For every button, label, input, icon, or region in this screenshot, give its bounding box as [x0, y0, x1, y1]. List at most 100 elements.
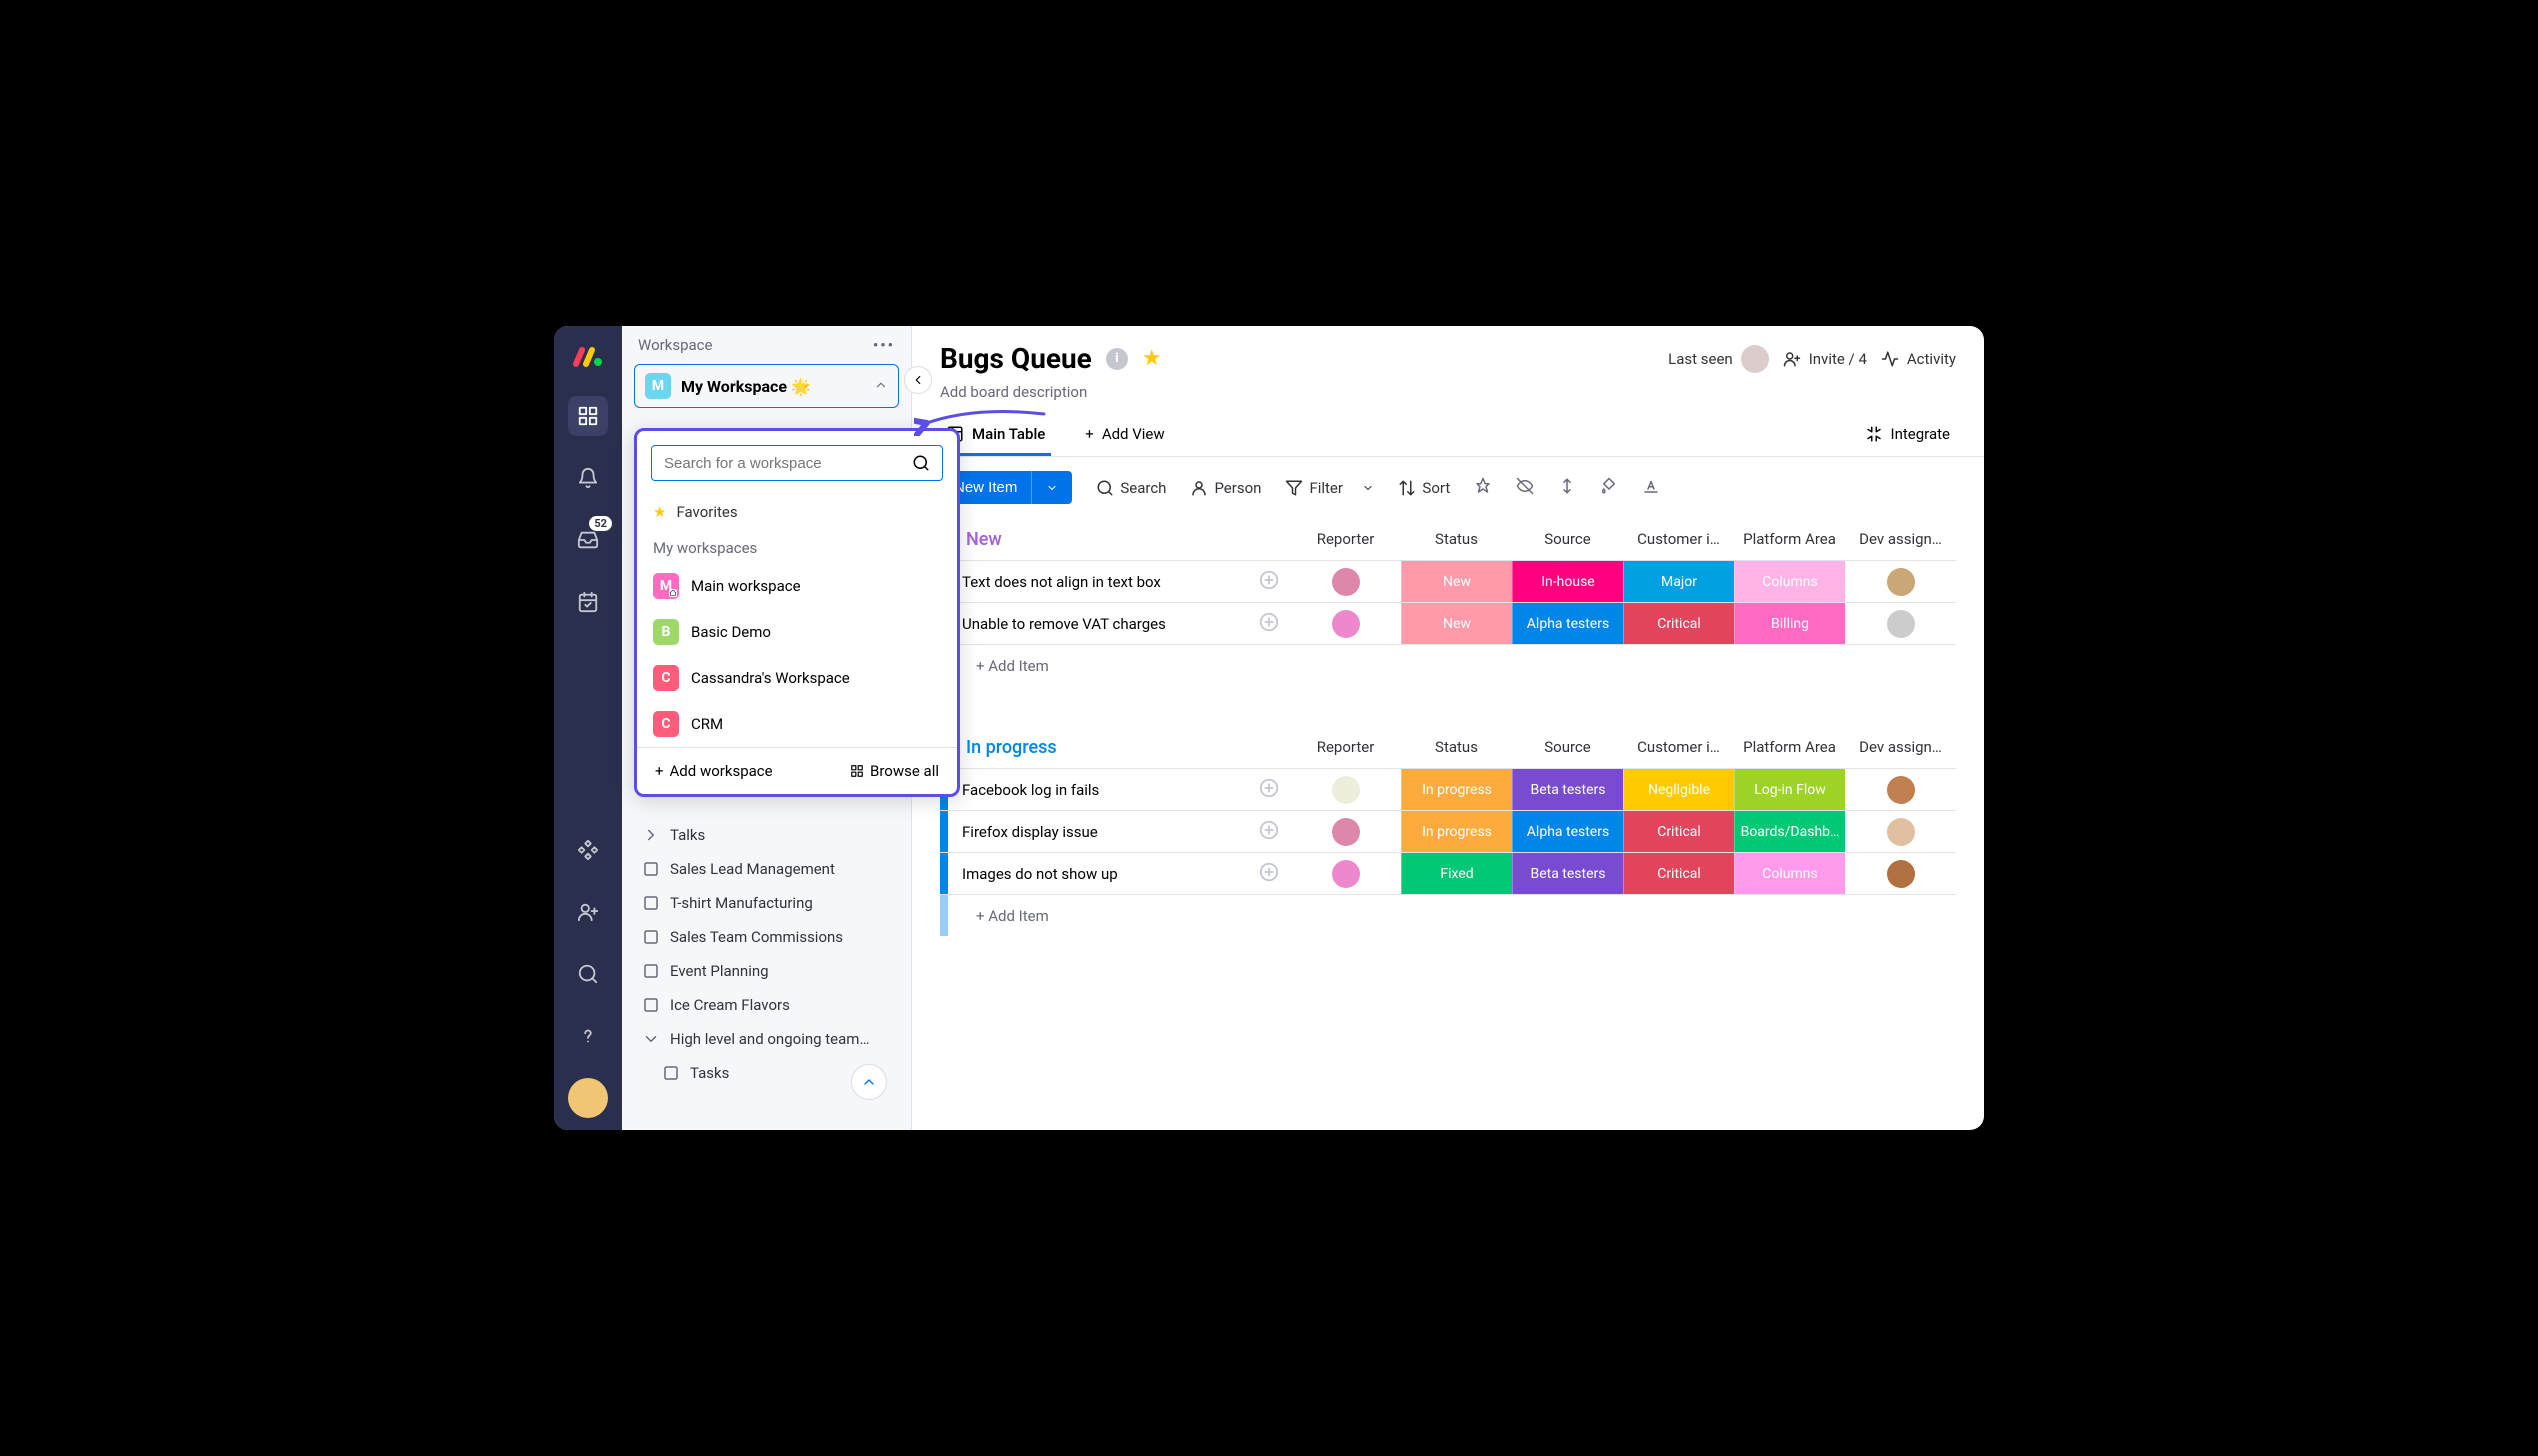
table-row[interactable]: Facebook log in fails In progressBeta te…: [940, 768, 1956, 810]
browse-all[interactable]: Browse all: [850, 762, 939, 780]
group-title[interactable]: In progress: [966, 737, 1057, 758]
sort-button[interactable]: Sort: [1398, 479, 1450, 497]
table-row[interactable]: Text does not align in text box NewIn-ho…: [940, 560, 1956, 602]
scroll-up-button[interactable]: [851, 1064, 887, 1100]
item-name[interactable]: Unable to remove VAT charges: [948, 615, 1258, 633]
column-header[interactable]: Customer i…: [1623, 732, 1734, 762]
pin-icon[interactable]: [1474, 477, 1492, 499]
board-description[interactable]: Add board description: [912, 383, 1984, 415]
color-icon[interactable]: [1600, 477, 1618, 499]
nav-item[interactable]: Sales Team Commissions: [630, 920, 903, 954]
baseline-icon[interactable]: [1642, 477, 1660, 499]
table-row[interactable]: Unable to remove VAT charges NewAlpha te…: [940, 602, 1956, 644]
status-cell[interactable]: Beta testers: [1512, 853, 1623, 894]
column-header[interactable]: Platform Area: [1734, 524, 1845, 554]
workspace-option[interactable]: CCassandra's Workspace: [637, 655, 957, 701]
column-header[interactable]: Status: [1401, 732, 1512, 762]
chat-icon[interactable]: [1258, 819, 1290, 845]
group-title[interactable]: New: [966, 529, 1002, 550]
favorites-section[interactable]: ★ Favorites: [637, 495, 957, 529]
apps-icon[interactable]: [568, 830, 608, 870]
status-cell[interactable]: Alpha testers: [1512, 811, 1623, 852]
column-header[interactable]: Reporter: [1290, 732, 1401, 762]
status-cell[interactable]: Columns: [1734, 853, 1845, 894]
add-workspace[interactable]: + Add workspace: [655, 762, 773, 780]
help-icon[interactable]: [568, 1016, 608, 1056]
activity-button[interactable]: Activity: [1881, 350, 1956, 368]
column-header[interactable]: Reporter: [1290, 524, 1401, 554]
person-button[interactable]: Person: [1190, 479, 1261, 497]
chevron-down-icon[interactable]: [1031, 471, 1072, 504]
status-cell[interactable]: Alpha testers: [1512, 603, 1623, 644]
my-week-icon[interactable]: [568, 582, 608, 622]
column-header[interactable]: Customer i…: [1623, 524, 1734, 554]
status-cell[interactable]: In progress: [1401, 769, 1512, 810]
add-item-button[interactable]: + Add Item: [958, 647, 1067, 685]
avatar-cell[interactable]: [1290, 853, 1401, 894]
column-header[interactable]: Status: [1401, 524, 1512, 554]
column-header[interactable]: Platform Area: [1734, 732, 1845, 762]
nav-item[interactable]: Event Planning: [630, 954, 903, 988]
item-name[interactable]: Text does not align in text box: [948, 573, 1258, 591]
item-name[interactable]: Images do not show up: [948, 865, 1258, 883]
invite-button[interactable]: Invite / 4: [1783, 350, 1867, 368]
column-header[interactable]: Dev assign…: [1845, 524, 1956, 554]
status-cell[interactable]: Boards/Dashb…: [1734, 811, 1845, 852]
column-header[interactable]: Source: [1512, 524, 1623, 554]
status-cell[interactable]: Critical: [1623, 811, 1734, 852]
nav-item[interactable]: Sales Lead Management: [630, 852, 903, 886]
chat-icon[interactable]: [1258, 611, 1290, 637]
status-cell[interactable]: New: [1401, 603, 1512, 644]
chat-icon[interactable]: [1258, 861, 1290, 887]
avatar-cell[interactable]: [1845, 811, 1956, 852]
status-cell[interactable]: Major: [1623, 561, 1734, 602]
avatar-cell[interactable]: [1290, 769, 1401, 810]
integrate-button[interactable]: Integrate: [1859, 415, 1956, 456]
table-row[interactable]: Images do not show up FixedBeta testersC…: [940, 852, 1956, 894]
chat-icon[interactable]: [1258, 777, 1290, 803]
avatar-cell[interactable]: [1845, 603, 1956, 644]
column-header[interactable]: Dev assign…: [1845, 732, 1956, 762]
status-cell[interactable]: New: [1401, 561, 1512, 602]
filter-button[interactable]: Filter: [1285, 479, 1374, 497]
status-cell[interactable]: Columns: [1734, 561, 1845, 602]
workspace-selector[interactable]: M My Workspace 🌟: [634, 364, 899, 408]
collapse-sidebar-button[interactable]: [904, 366, 932, 394]
status-cell[interactable]: In progress: [1401, 811, 1512, 852]
status-cell[interactable]: Negligible: [1623, 769, 1734, 810]
workspaces-icon[interactable]: [568, 396, 608, 436]
search-icon[interactable]: [568, 954, 608, 994]
nav-item[interactable]: Talks: [630, 818, 903, 852]
invite-icon[interactable]: [568, 892, 608, 932]
table-row[interactable]: Firefox display issue In progressAlpha t…: [940, 810, 1956, 852]
status-cell[interactable]: Critical: [1623, 603, 1734, 644]
height-icon[interactable]: [1558, 477, 1576, 499]
status-cell[interactable]: Critical: [1623, 853, 1734, 894]
workspace-option[interactable]: BBasic Demo: [637, 609, 957, 655]
workspace-option[interactable]: CCRM: [637, 701, 957, 747]
avatar-cell[interactable]: [1290, 603, 1401, 644]
status-cell[interactable]: Beta testers: [1512, 769, 1623, 810]
hide-icon[interactable]: [1516, 477, 1534, 499]
avatar-cell[interactable]: [1845, 561, 1956, 602]
status-cell[interactable]: In-house: [1512, 561, 1623, 602]
nav-item[interactable]: Ice Cream Flavors: [630, 988, 903, 1022]
user-avatar[interactable]: [568, 1078, 608, 1118]
avatar-cell[interactable]: [1290, 811, 1401, 852]
item-name[interactable]: Firefox display issue: [948, 823, 1258, 841]
info-icon[interactable]: i: [1106, 348, 1128, 370]
status-cell[interactable]: Log-in Flow: [1734, 769, 1845, 810]
tab-add-view[interactable]: + Add View: [1079, 415, 1170, 456]
last-seen[interactable]: Last seen: [1668, 345, 1769, 373]
workspace-search[interactable]: [651, 445, 943, 481]
avatar-cell[interactable]: [1845, 853, 1956, 894]
search-button[interactable]: Search: [1096, 479, 1166, 497]
avatar-cell[interactable]: [1845, 769, 1956, 810]
search-input[interactable]: [664, 455, 912, 472]
avatar-cell[interactable]: [1290, 561, 1401, 602]
workspace-menu-icon[interactable]: •••: [873, 336, 895, 354]
column-header[interactable]: Source: [1512, 732, 1623, 762]
notifications-icon[interactable]: [568, 458, 608, 498]
inbox-icon[interactable]: 52: [568, 520, 608, 560]
nav-item[interactable]: High level and ongoing team…: [630, 1022, 903, 1056]
